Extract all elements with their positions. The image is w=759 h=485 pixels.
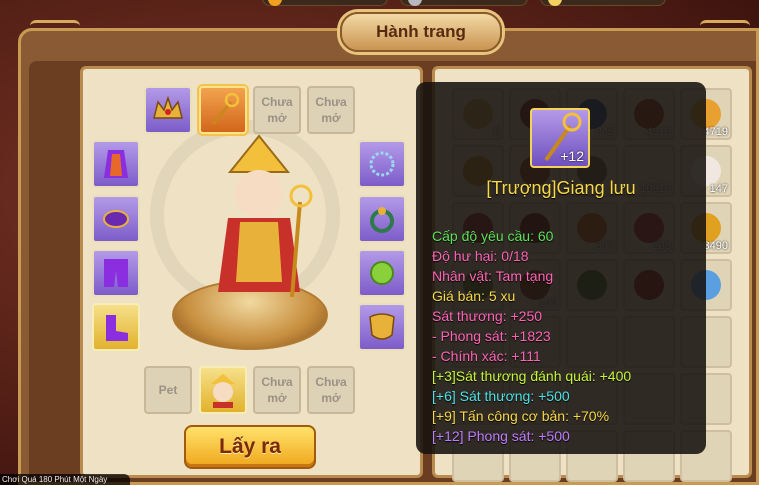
- locked-label: Chưa mở: [261, 375, 293, 405]
- slot-charm[interactable]: [358, 249, 406, 297]
- stat-line: [+6] Sát thương: +500: [432, 388, 570, 404]
- stat-line: [+3]Sát thương đánh quái: +400: [432, 368, 632, 384]
- crown-icon: [153, 95, 183, 119]
- slot-pet[interactable]: Pet: [144, 366, 192, 414]
- item-count: 3490: [703, 240, 728, 252]
- stat-line: [+12] Phong sát: +500: [432, 428, 570, 444]
- slot-necklace[interactable]: [358, 140, 406, 188]
- slot-pants[interactable]: [92, 249, 140, 297]
- slot-locked-4[interactable]: Chưa mở: [307, 366, 355, 414]
- slot-ring[interactable]: [358, 195, 406, 243]
- stat-line: Độ hư hại: 0/18: [432, 248, 529, 264]
- pants-icon: [104, 259, 128, 287]
- item-stats: Cấp độ yêu cầu: 60 Độ hư hại: 0/18 Nhân vậ…: [432, 226, 631, 446]
- item-name: [Trượng]Giang lưu: [486, 178, 636, 198]
- slot-locked-1[interactable]: Chưa mở: [253, 86, 301, 134]
- frame-decoration-left: [30, 20, 80, 34]
- locked-label: Chưa mở: [315, 95, 347, 125]
- pet-label: Pet: [158, 383, 178, 397]
- stat-line: Cấp độ yêu cầu: 60: [432, 228, 554, 244]
- item-count: 4719: [703, 126, 728, 138]
- character-portrait-icon: [211, 374, 235, 408]
- stat-line: [+9] Tấn công cơ bản: +70%: [432, 408, 610, 424]
- belt-icon: [103, 210, 129, 228]
- slot-locked-3[interactable]: Chưa mở: [253, 366, 301, 414]
- stat-line: Nhân vật: Tam tạng: [432, 268, 554, 284]
- slot-crown[interactable]: [144, 86, 192, 134]
- slot-belt[interactable]: [92, 195, 140, 243]
- staff-icon: [211, 92, 240, 125]
- stat-line: Sát thương: +250: [432, 308, 543, 324]
- stat-line: - Phong sát: +1823: [432, 328, 551, 344]
- stat-line: Giá bán: 5 xu: [432, 288, 516, 304]
- mask-icon: [369, 313, 395, 340]
- slot-staff[interactable]: [199, 86, 247, 134]
- boots-icon: [106, 315, 128, 341]
- item-count: 147: [709, 183, 728, 195]
- charm-icon: [370, 261, 394, 285]
- character-model: [218, 134, 313, 298]
- robe-icon: [104, 150, 128, 178]
- necklace-icon: [369, 151, 395, 177]
- locked-label: Chưa mở: [315, 375, 347, 405]
- slot-portrait[interactable]: [199, 366, 247, 414]
- locked-label: Chưa mở: [261, 95, 293, 125]
- frame-decoration-right: [700, 20, 750, 34]
- window-title: Hành trang: [340, 12, 502, 52]
- slot-boots[interactable]: [92, 303, 140, 351]
- take-out-button[interactable]: Lấy ra: [184, 425, 316, 469]
- stat-line: - Chính xác: +111: [432, 348, 541, 364]
- tooltip-item-frame: +12: [530, 108, 590, 168]
- playtime-notice: Chơi Quá 180 Phút Một Ngày: [0, 474, 130, 485]
- enhance-level: +12: [560, 148, 584, 164]
- slot-robe[interactable]: [92, 140, 140, 188]
- slot-mask[interactable]: [358, 303, 406, 351]
- slot-locked-2[interactable]: Chưa mở: [307, 86, 355, 134]
- item-tooltip: +12 [Trượng]Giang lưu Cấp độ yêu cầu: 60…: [416, 82, 706, 454]
- ring-icon: [370, 207, 394, 233]
